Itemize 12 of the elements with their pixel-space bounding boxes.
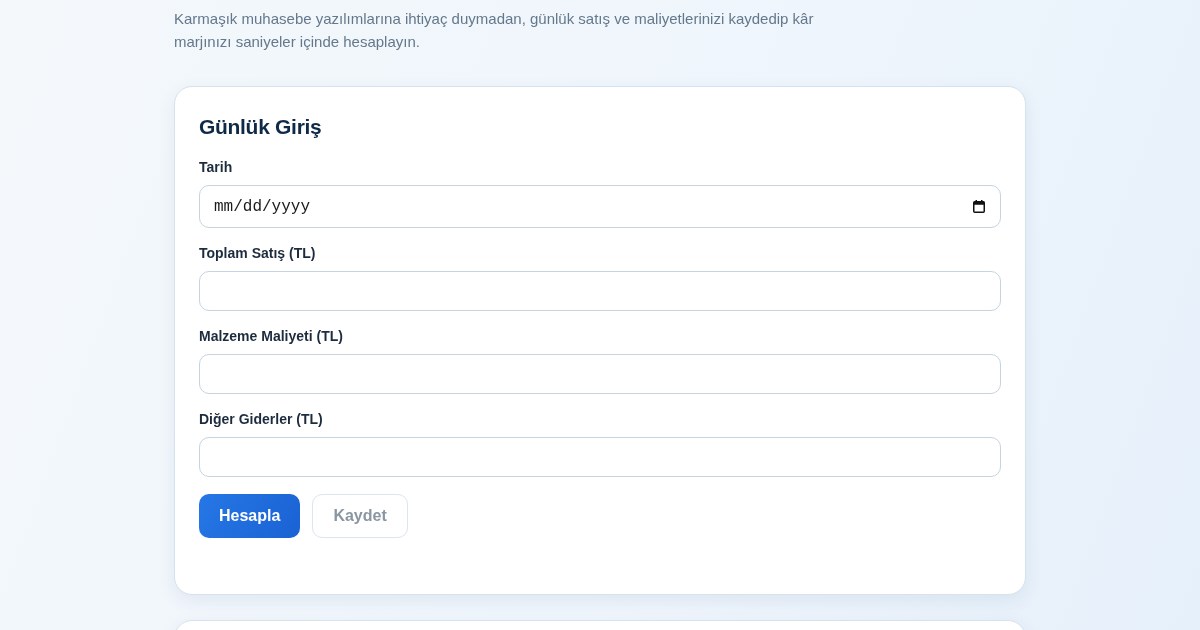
field-label: Diğer Giderler (TL) (199, 411, 323, 428)
card-title: Günlük Giriş (199, 114, 323, 140)
input-field[interactable] (199, 354, 1001, 394)
field-label: Tarih (199, 159, 233, 176)
date-field[interactable]: mm/dd/yyyy (199, 185, 1001, 228)
field-label: Malzeme Maliyeti (TL) (199, 328, 343, 345)
calculate-button[interactable]: Hesapla (199, 494, 301, 538)
calendar-icon[interactable] (973, 200, 985, 213)
field-label: Toplam Satış (TL) (199, 245, 316, 262)
input-field[interactable] (199, 271, 1001, 311)
intro-text: Karmaşık muhasebe yazılımlarına ihtiyaç duymadan, günlük satış ve maliyetlerinizi kaydedip kâr marjınızı saniyeler içinde hesaplayın. (174, 9, 815, 52)
input-field[interactable] (199, 437, 1001, 477)
